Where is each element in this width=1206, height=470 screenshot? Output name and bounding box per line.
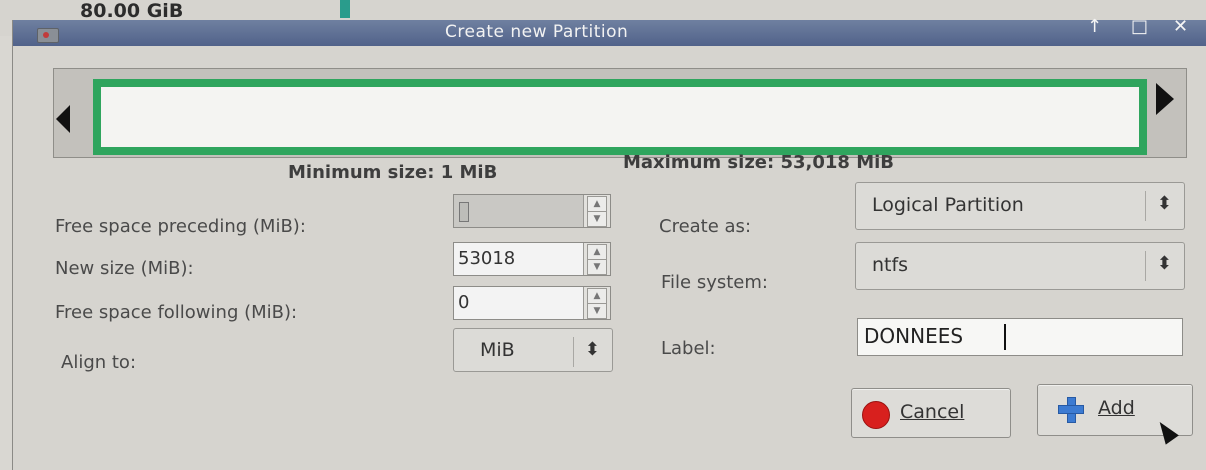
file-system-label: File system: (661, 272, 768, 293)
combo-separator (1145, 251, 1146, 281)
window-title: Create new Partition (445, 22, 629, 42)
background-left-strip (0, 36, 12, 470)
file-system-select[interactable]: ntfs ⬍ (855, 242, 1185, 290)
add-button-label: Add (1098, 397, 1135, 419)
maximum-size-label: Maximum size: 53,018 MiB (623, 152, 894, 173)
file-system-value: ntfs (872, 254, 909, 276)
align-to-value: MiB (480, 339, 515, 361)
new-size-label: New size (MiB): (55, 258, 194, 279)
cancel-button-label: Cancel (900, 401, 965, 423)
decrement-icon[interactable]: ▼ (587, 303, 607, 319)
create-as-value: Logical Partition (872, 194, 1024, 216)
close-button[interactable]: ✕ (1173, 16, 1188, 37)
free-following-spinner[interactable]: 0 ▲ ▼ (453, 286, 611, 320)
partition-resizer[interactable] (53, 68, 1187, 158)
decrement-icon[interactable]: ▼ (587, 259, 607, 275)
decrement-icon[interactable]: ▼ (587, 211, 607, 227)
align-to-select[interactable]: MiB ⬍ (453, 328, 613, 372)
free-preceding-label: Free space preceding (MiB): (55, 216, 306, 237)
partition-label-value: DONNEES (864, 324, 964, 348)
create-as-select[interactable]: Logical Partition ⬍ (855, 182, 1185, 230)
app-icon (37, 28, 59, 43)
spinner-buttons: ▲ ▼ (583, 287, 610, 319)
spinner-buttons: ▲ ▼ (583, 243, 610, 275)
chevron-updown-icon: ⬍ (1156, 253, 1172, 274)
free-preceding-spinner[interactable]: 1 ▲ ▼ (453, 194, 611, 228)
align-to-label: Align to: (61, 352, 137, 373)
minimum-size-label: Minimum size: 1 MiB (288, 162, 498, 183)
partition-block[interactable] (93, 79, 1147, 155)
keep-above-button[interactable]: ↑ (1087, 16, 1102, 37)
text-caret (1004, 324, 1006, 350)
plus-icon (1058, 397, 1084, 423)
label-field-label: Label: (661, 338, 716, 359)
combo-separator (573, 337, 574, 367)
maximize-button[interactable]: □ (1131, 16, 1148, 37)
titlebar: Create new Partition ↑ □ ✕ (13, 16, 1206, 46)
combo-separator (1145, 191, 1146, 221)
resize-left-handle-icon[interactable] (56, 105, 70, 133)
increment-icon[interactable]: ▲ (587, 288, 607, 304)
free-following-value: 0 (458, 292, 470, 313)
background-usage-bar (340, 0, 350, 18)
increment-icon[interactable]: ▲ (587, 244, 607, 260)
partition-label-input[interactable]: DONNEES (857, 318, 1183, 356)
background-size-label: 80.00 GiB (80, 0, 184, 22)
chevron-updown-icon: ⬍ (584, 339, 600, 360)
free-following-label: Free space following (MiB): (55, 302, 298, 323)
cancel-button[interactable]: Cancel (851, 388, 1011, 438)
new-size-spinner[interactable]: 53018 ▲ ▼ (453, 242, 611, 276)
spinner-buttons: ▲ ▼ (583, 195, 610, 227)
resize-right-handle-icon[interactable] (1156, 83, 1174, 115)
create-partition-dialog: Create new Partition ↑ □ ✕ Minimum size:… (12, 16, 1206, 470)
create-as-label: Create as: (659, 216, 752, 237)
new-size-value: 53018 (458, 248, 516, 269)
chevron-updown-icon: ⬍ (1156, 193, 1172, 214)
increment-icon[interactable]: ▲ (587, 196, 607, 212)
stop-icon (862, 401, 890, 429)
